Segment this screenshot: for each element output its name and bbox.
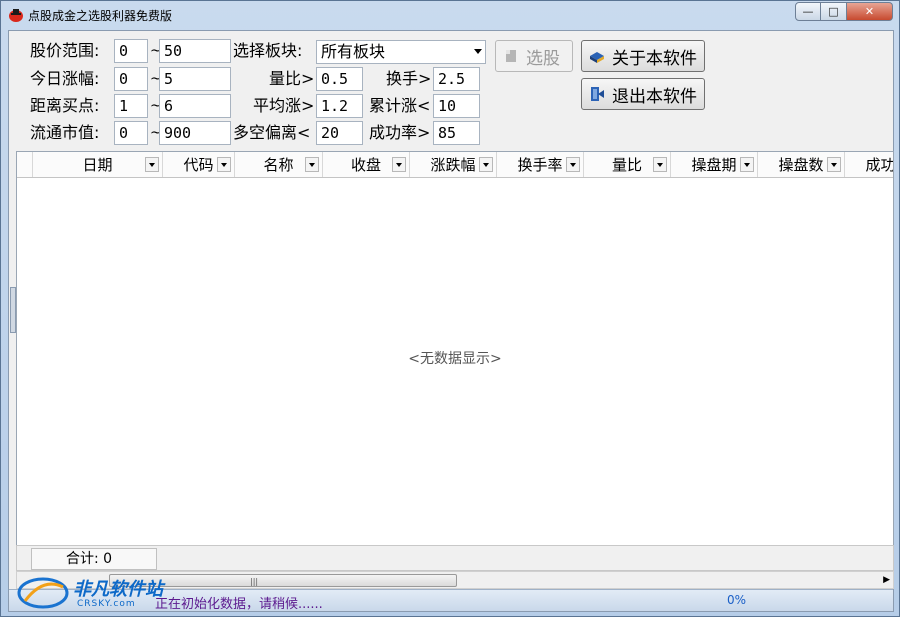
change-to-input[interactable]: 5 [159, 67, 231, 91]
cap-from-input[interactable]: 0 [114, 121, 148, 145]
cap-to-input[interactable]: 900 [159, 121, 231, 145]
sector-select[interactable]: 所有板块 [316, 40, 486, 64]
cum-gain-label: 累计涨< [369, 96, 431, 115]
turnover-label: 换手> [386, 69, 432, 88]
bias-input[interactable]: 20 [316, 121, 363, 145]
column-close[interactable]: 收盘 [323, 152, 410, 177]
exit-door-icon [591, 87, 604, 101]
chevron-down-icon [474, 49, 482, 54]
volume-ratio-label: 量比> [269, 69, 315, 88]
filter-dropdown-icon[interactable] [305, 157, 319, 172]
minimize-icon: — [802, 5, 814, 18]
exit-label: 退出本软件 [612, 86, 697, 107]
window-title: 点股成金之选股利器免费版 [28, 9, 173, 23]
total-count: 合计: 0 [31, 548, 157, 570]
results-grid[interactable]: 日期 代码 名称 收盘 涨跌幅 换手率 量比 操盘期 操盘数 成功数 <无数据显… [16, 151, 894, 573]
progress-percent: 0% [727, 593, 747, 607]
buy-distance-label: 距离买点: [30, 96, 100, 115]
filter-dropdown-icon[interactable] [217, 157, 231, 172]
client-area: 股价范围: 0 ~ 50 选择板块: 所有板块 今日涨幅: 0 ~ 5 量比> … [8, 30, 894, 612]
close-button[interactable]: ✕ [847, 2, 893, 21]
watermark: 非凡软件站 CRSKY.com [17, 571, 167, 611]
cum-gain-input[interactable]: 10 [433, 94, 480, 118]
circulating-cap-label: 流通市值: [30, 123, 100, 142]
scroll-right-arrow-icon[interactable]: ▶ [883, 575, 890, 585]
maximize-icon: □ [828, 5, 839, 18]
avg-gain-input[interactable]: 1.2 [316, 94, 363, 118]
empty-state-text: <无数据显示> [408, 351, 502, 367]
grid-header: 日期 代码 名称 收盘 涨跌幅 换手率 量比 操盘期 操盘数 成功数 [17, 152, 893, 178]
grip-icon: ||| [250, 577, 259, 586]
sector-label: 选择板块: [233, 41, 303, 60]
price-range-label: 股价范围: [30, 41, 100, 60]
buy-from-input[interactable]: 1 [114, 94, 148, 118]
exit-button[interactable]: 退出本软件 [581, 78, 705, 110]
filter-dropdown-icon[interactable] [566, 157, 580, 172]
about-button[interactable]: 关于本软件 [581, 40, 705, 72]
price-to-input[interactable]: 50 [159, 39, 231, 63]
buy-to-input[interactable]: 6 [159, 94, 231, 118]
filter-dropdown-icon[interactable] [479, 157, 493, 172]
filter-dropdown-icon[interactable] [392, 157, 406, 172]
column-date[interactable]: 日期 [33, 152, 163, 177]
status-message: 正在初始化数据，请稍候...... [155, 597, 323, 612]
book-icon [590, 52, 604, 63]
sector-select-value: 所有板块 [321, 42, 386, 61]
column-code[interactable]: 代码 [163, 152, 235, 177]
volume-ratio-input[interactable]: 0.5 [316, 67, 363, 91]
column-turnover[interactable]: 换手率 [497, 152, 584, 177]
title-bar[interactable]: 点股成金之选股利器免费版 — □ ✕ [1, 1, 899, 29]
today-change-label: 今日涨幅: [30, 69, 100, 88]
maximize-button[interactable]: □ [821, 2, 847, 21]
minimize-button[interactable]: — [795, 2, 821, 21]
filter-dropdown-icon[interactable] [653, 157, 667, 172]
app-logo-icon [9, 9, 23, 22]
turnover-input[interactable]: 2.5 [433, 67, 480, 91]
column-change-pct[interactable]: 涨跌幅 [410, 152, 497, 177]
column-success-count[interactable]: 成功数 [845, 152, 893, 177]
filter-dropdown-icon[interactable] [145, 157, 159, 172]
splitter-handle[interactable] [10, 287, 16, 333]
filter-dropdown-icon[interactable] [740, 157, 754, 172]
row-selector-header [17, 152, 33, 177]
price-from-input[interactable]: 0 [114, 39, 148, 63]
filter-panel: 股价范围: 0 ~ 50 选择板块: 所有板块 今日涨幅: 0 ~ 5 量比> … [17, 32, 893, 150]
select-stock-button[interactable]: 选股 [495, 40, 573, 72]
document-icon [506, 50, 516, 62]
about-label: 关于本软件 [612, 48, 697, 69]
app-window: 点股成金之选股利器免费版 — □ ✕ 股价范围: 0 ~ 50 选择板块: 所有… [0, 0, 900, 617]
avg-gain-label: 平均涨> [253, 96, 315, 115]
column-trade-count[interactable]: 操盘数 [758, 152, 845, 177]
grid-footer: 合计: 0 [16, 545, 894, 571]
filter-dropdown-icon[interactable] [827, 157, 841, 172]
close-icon: ✕ [864, 5, 875, 18]
watermark-brand: 非凡软件站 [73, 579, 163, 600]
success-rate-input[interactable]: 85 [433, 121, 480, 145]
column-volume-ratio[interactable]: 量比 [584, 152, 671, 177]
bias-label: 多空偏离< [233, 123, 311, 142]
success-rate-label: 成功率> [369, 123, 431, 142]
change-from-input[interactable]: 0 [114, 67, 148, 91]
column-name[interactable]: 名称 [235, 152, 323, 177]
watermark-sub: CRSKY.com [77, 599, 136, 609]
watermark-logo-icon [17, 577, 69, 609]
select-stock-label: 选股 [526, 48, 560, 69]
column-trade-period[interactable]: 操盘期 [671, 152, 758, 177]
